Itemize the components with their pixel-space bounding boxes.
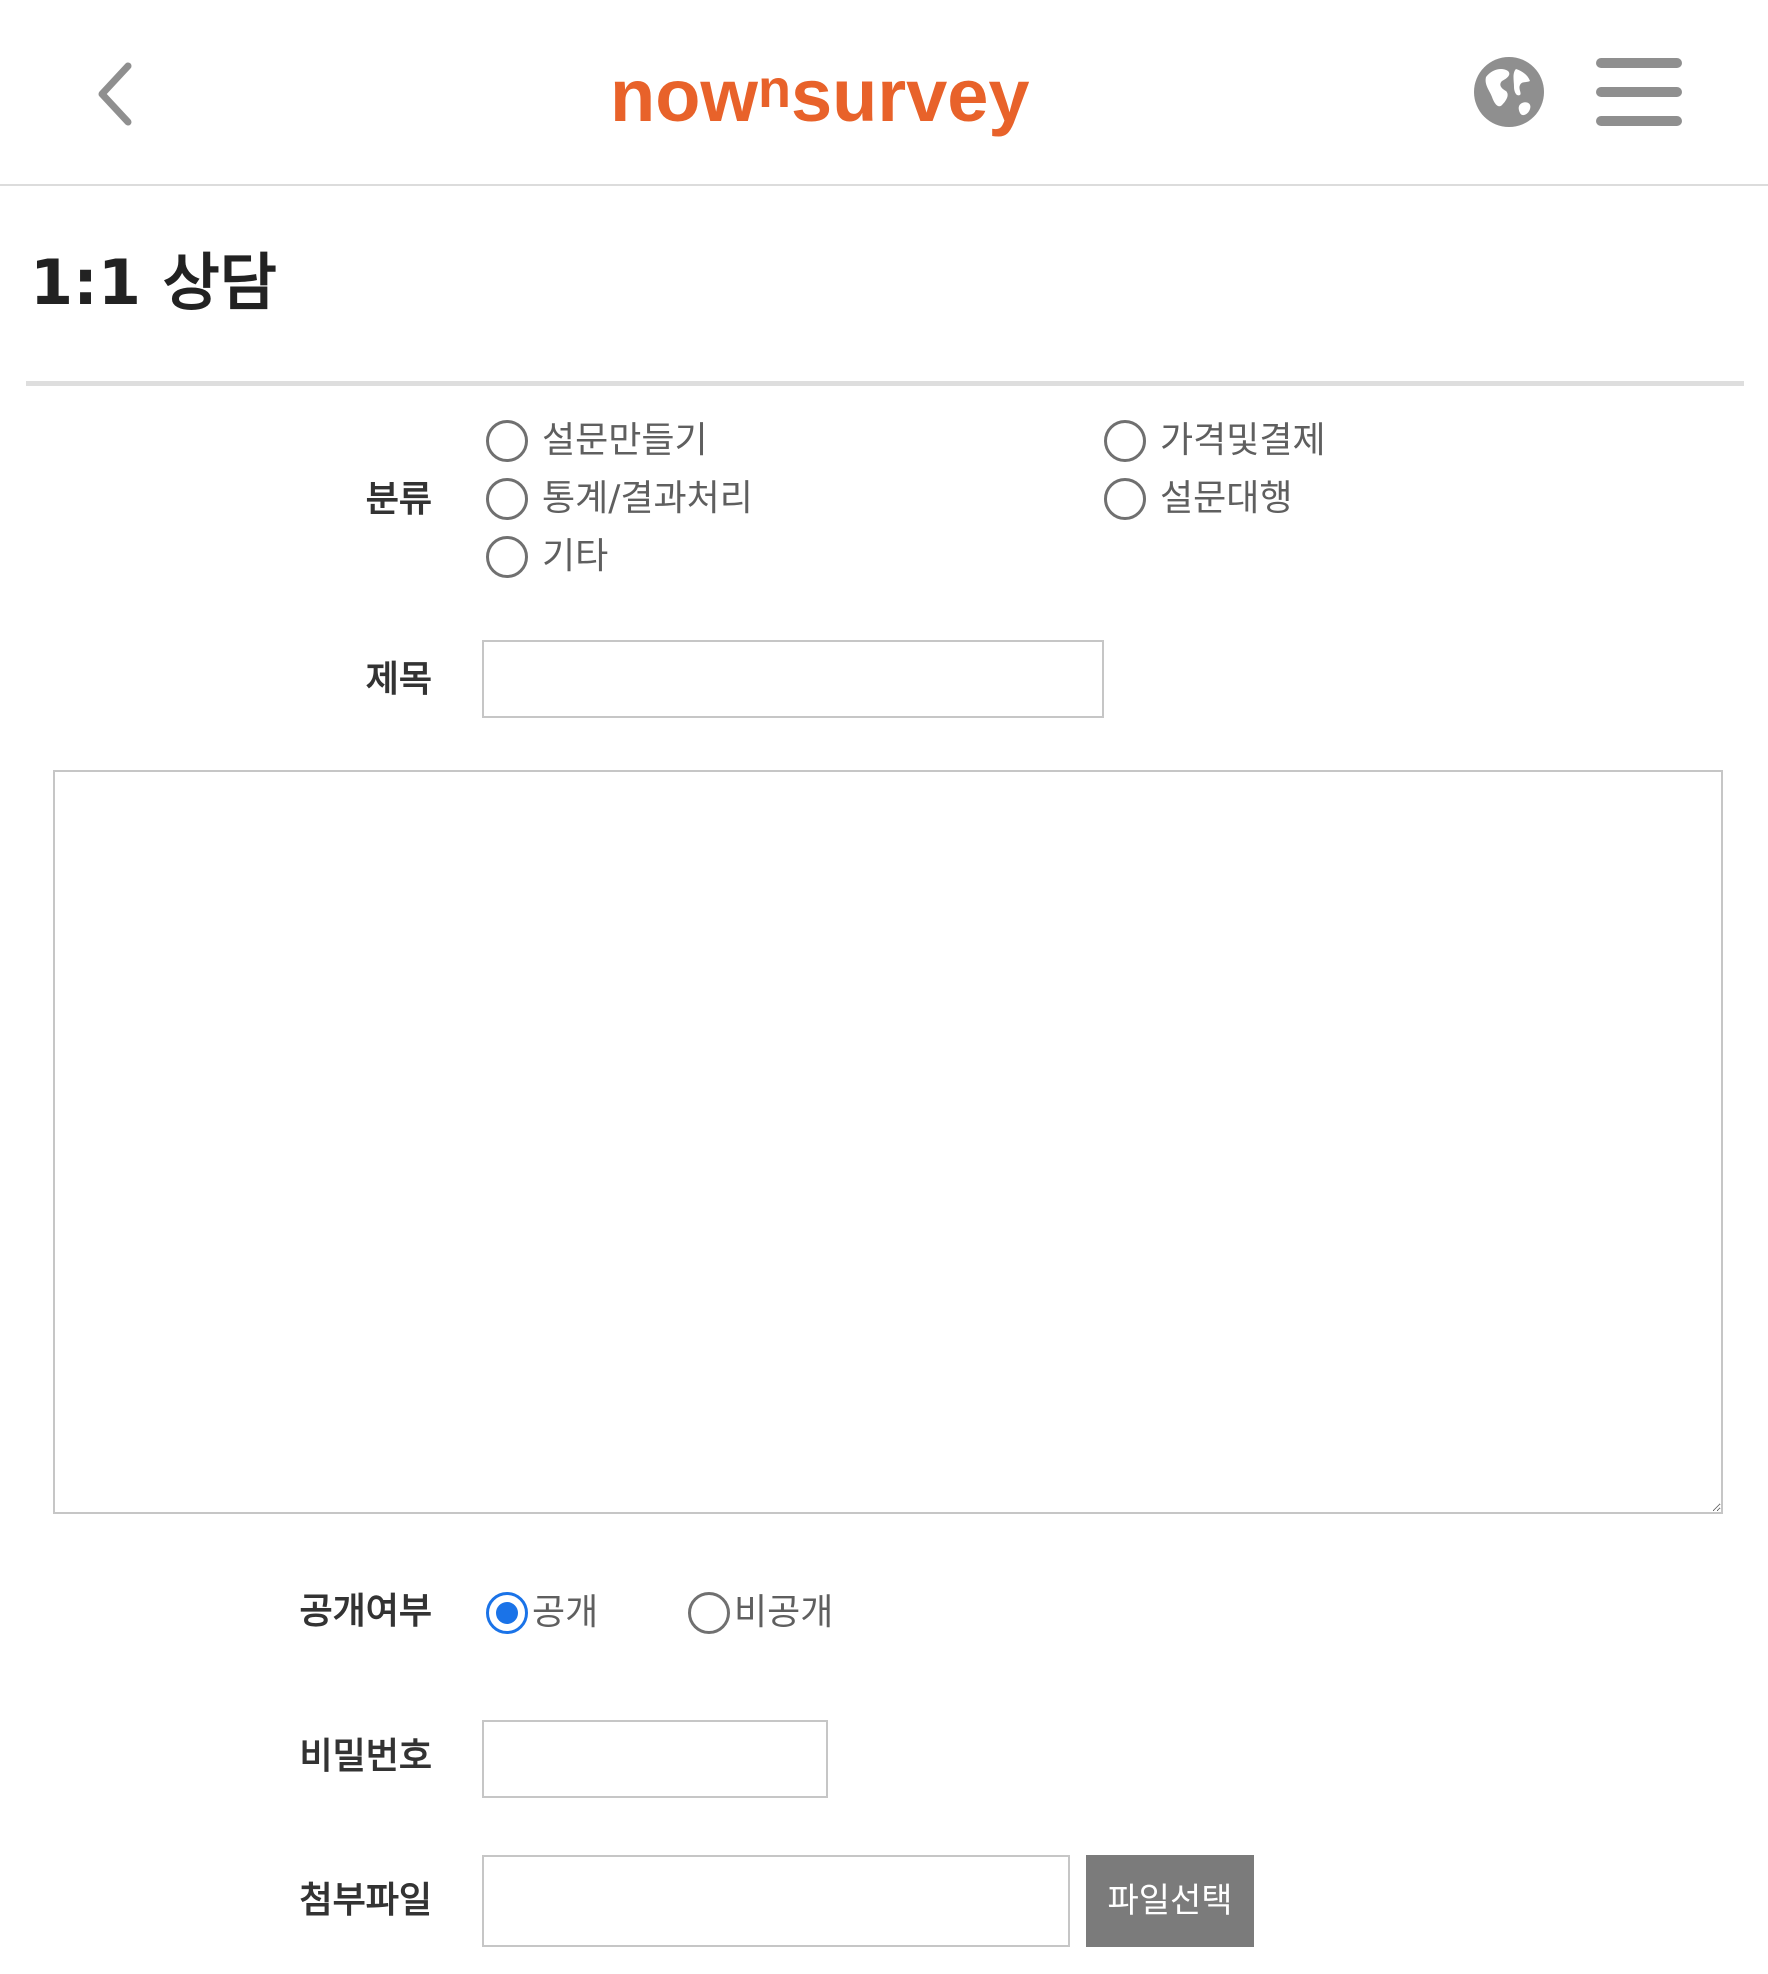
menu-button[interactable] bbox=[1596, 58, 1682, 126]
subject-input[interactable] bbox=[482, 640, 1104, 718]
visibility-option-public[interactable]: 공개 bbox=[486, 1589, 598, 1637]
attachment-filename-input[interactable] bbox=[482, 1855, 1070, 1947]
visibility-option-private[interactable]: 비공개 bbox=[688, 1589, 833, 1637]
radio-button[interactable] bbox=[688, 1592, 730, 1634]
title-divider bbox=[26, 381, 1744, 386]
radio-button[interactable] bbox=[486, 420, 528, 462]
file-select-button[interactable]: 파일선택 bbox=[1086, 1855, 1254, 1947]
category-option-survey-create[interactable]: 설문만들기 bbox=[486, 417, 708, 465]
logo-text-n: n bbox=[757, 59, 791, 119]
globe-icon bbox=[1474, 57, 1544, 127]
brand-logo[interactable]: nownsurvey bbox=[610, 46, 1030, 146]
category-option-agency[interactable]: 설문대행 bbox=[1104, 475, 1292, 523]
radio-button[interactable] bbox=[486, 536, 528, 578]
chevron-left-icon bbox=[98, 62, 132, 126]
radio-button-selected[interactable] bbox=[486, 1592, 528, 1634]
subject-label: 제목 bbox=[365, 659, 432, 700]
category-option-statistics[interactable]: 통계/결과처리 bbox=[486, 475, 753, 523]
radio-button[interactable] bbox=[486, 478, 528, 520]
password-input[interactable] bbox=[482, 1720, 828, 1798]
language-button[interactable] bbox=[1472, 55, 1546, 129]
hamburger-menu-icon bbox=[1596, 58, 1682, 126]
radio-label: 기타 bbox=[542, 536, 609, 577]
page-title: 1:1 상담 bbox=[30, 246, 277, 319]
radio-label: 설문만들기 bbox=[542, 420, 708, 461]
back-button[interactable] bbox=[88, 58, 144, 130]
radio-label: 가격및결제 bbox=[1160, 420, 1326, 461]
attachment-label: 첨부파일 bbox=[299, 1880, 432, 1921]
radio-label: 공개 bbox=[532, 1592, 599, 1633]
radio-button[interactable] bbox=[1104, 478, 1146, 520]
password-label: 비밀번호 bbox=[299, 1736, 432, 1777]
logo-text-survey: survey bbox=[790, 54, 1030, 137]
logo-text-now: now bbox=[610, 54, 758, 137]
app-header: nownsurvey bbox=[0, 0, 1768, 186]
radio-label: 통계/결과처리 bbox=[542, 478, 753, 519]
radio-label: 비공개 bbox=[734, 1592, 834, 1633]
radio-label: 설문대행 bbox=[1160, 478, 1293, 519]
radio-button[interactable] bbox=[1104, 420, 1146, 462]
category-label: 분류 bbox=[365, 479, 432, 520]
visibility-label: 공개여부 bbox=[299, 1591, 432, 1632]
category-option-pricing[interactable]: 가격및결제 bbox=[1104, 417, 1326, 465]
content-textarea[interactable] bbox=[53, 770, 1723, 1514]
category-option-other[interactable]: 기타 bbox=[486, 533, 608, 581]
